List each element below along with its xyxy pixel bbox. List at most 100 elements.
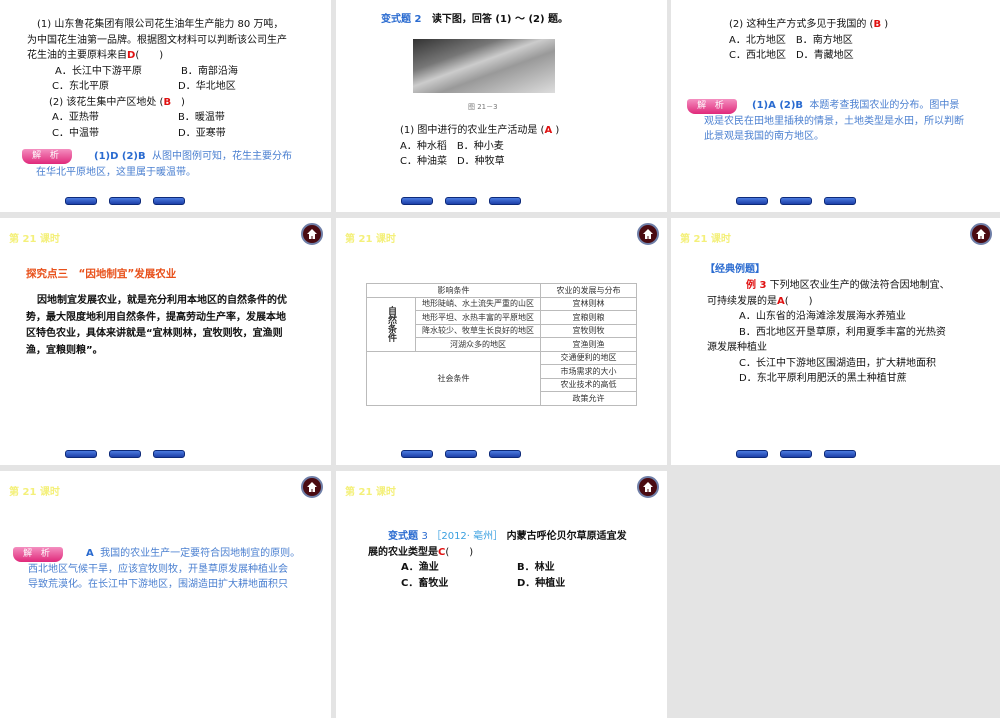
slide-5[interactable]: 第 21 课时 影响条件 农业的发展与分布 自然条件 地形陡峭、水土流失严重的山区宜…: [336, 218, 667, 465]
option: C．种油菜 D．种牧草: [400, 156, 505, 167]
option: D．东北平原利用肥沃的黑土种植甘蔗: [739, 373, 907, 384]
option: B．暖温带: [178, 112, 225, 123]
social-conditions-label: 社会条件: [366, 350, 541, 406]
table-cell: 交通便利的地区: [540, 350, 637, 365]
exercise-number: 3: [421, 531, 428, 542]
home-icon: [307, 482, 317, 492]
nav-button-1[interactable]: [65, 450, 97, 458]
nav-button-2[interactable]: [780, 197, 812, 205]
slide-8[interactable]: 第 21 课时 变式题 3 ［2012· 亳州］ 内蒙古呼伦贝尔草原适宜发 展的…: [336, 471, 667, 718]
option: A．渔业: [401, 562, 439, 573]
nav-button-2[interactable]: [780, 450, 812, 458]
option: C．东北平原: [52, 81, 109, 92]
slide-7[interactable]: 第 21 课时 解 析 A 我国的农业生产一定要符合因地制宜的原则。 西北地区气…: [0, 471, 331, 718]
lesson-label: 第 21 课时: [345, 487, 396, 498]
q-line: (1) 山东鲁花集团有限公司花生油年生产能力 80 万吨，: [37, 19, 284, 30]
nav-button-1[interactable]: [401, 197, 433, 205]
option: B．林业: [517, 562, 555, 573]
option: D．华北地区: [178, 81, 236, 92]
para-line: 区特色农业，具体来讲就是“宜林则林，宜牧则牧，宜渔则: [26, 328, 283, 339]
nav-button-3[interactable]: [153, 450, 185, 458]
home-icon: [307, 229, 317, 239]
nav-button-3[interactable]: [824, 197, 856, 205]
slide-1[interactable]: (1) 山东鲁花集团有限公司花生油年生产能力 80 万吨， 为中国花生油第一品牌…: [0, 0, 331, 212]
home-icon: [976, 229, 986, 239]
exercise-label: 变式题 2: [381, 14, 422, 25]
para-line: 渔，宜粮则粮”。: [26, 344, 103, 356]
home-button[interactable]: [637, 476, 659, 498]
option: A．长江中下游平原: [55, 65, 142, 77]
nav-button-1[interactable]: [736, 197, 768, 205]
paren: ( ): [784, 295, 813, 307]
table-cell: 地形陡峭、水土流失严重的山区: [415, 296, 541, 311]
exercise-source: ［2012· 亳州］: [431, 531, 504, 542]
table-cell: 地形平坦、水热丰富的平原地区: [415, 310, 541, 325]
analysis-line: 在华北平原地区，这里属于暖温带。: [36, 166, 196, 178]
table-cell: 宜牧则牧: [540, 323, 637, 338]
home-button[interactable]: [970, 223, 992, 245]
table-cell: 市场需求的大小: [540, 364, 637, 379]
paren: ( ): [445, 546, 474, 558]
q-line: (2) 该花生集中产区地处 (: [49, 96, 164, 108]
nav-button-1[interactable]: [736, 450, 768, 458]
slide-2[interactable]: 变式题 2 读下图，回答 (1) ～ (2) 题。 图 21－3 (1) 图中进…: [336, 0, 667, 212]
answer: B: [873, 19, 882, 30]
table-header: 农业的发展与分布: [540, 283, 637, 298]
q-line: 可持续发展的是: [707, 295, 777, 307]
nav-button-2[interactable]: [445, 450, 477, 458]
slide-4[interactable]: 第 21 课时 探究点三 “因地制宜”发展农业 因地制宜发展农业，就是充分利用本…: [0, 218, 331, 465]
analysis-key: A: [86, 548, 94, 559]
option: D．种植业: [517, 577, 566, 589]
paren: ): [881, 19, 889, 30]
exercise-title: 读下图，回答 (1) ～ (2) 题。: [431, 14, 569, 25]
answer: A: [777, 295, 785, 307]
slide-3[interactable]: (2) 这种生产方式多见于我国的 (B ) A．北方地区 B．南方地区 C．西北…: [671, 0, 1000, 212]
nav-button-2[interactable]: [109, 450, 141, 458]
q-line: 为中国花生油第一品牌。根据图文材料可以判断该公司生产: [27, 34, 287, 46]
option: 源发展种植业: [707, 342, 767, 353]
paren: ( ): [135, 50, 164, 61]
q-line: (1) 图中进行的农业生产活动是 (: [400, 125, 545, 136]
lesson-label: 第 21 课时: [680, 234, 731, 245]
table-cell: 河湖众多的地区: [415, 337, 541, 352]
option: A．种水稻 B．种小麦: [400, 140, 504, 152]
home-icon: [643, 229, 653, 239]
analysis-line: 观是农民在田地里插秧的情景，土地类型是水田，所以判断: [704, 115, 964, 127]
nav-button-2[interactable]: [109, 197, 141, 205]
example-label: 例 3: [746, 280, 767, 291]
q-line: 花生油的主要原料来自: [27, 50, 127, 61]
option: C．西北地区 D．青藏地区: [729, 50, 854, 61]
slide-6[interactable]: 第 21 课时 【经典例题】 例 3 下列地区农业生产的做法符合因地制宜、 可持…: [671, 218, 1000, 465]
option: C．长江中下游地区围湖造田，扩大耕地面积: [739, 357, 936, 369]
table-cell: 宜粮则粮: [540, 310, 637, 325]
nav-button-1[interactable]: [65, 197, 97, 205]
q-line: 展的农业类型是: [368, 546, 438, 558]
option: B．南部沿海: [181, 65, 238, 77]
analysis-line: 从图中图例可知，花生主要分布: [151, 151, 292, 162]
q-line: (2) 这种生产方式多见于我国的 (: [729, 19, 874, 30]
home-button[interactable]: [301, 223, 323, 245]
table-header: 影响条件: [366, 283, 541, 298]
nav-button-2[interactable]: [445, 197, 477, 205]
analysis-line: 此景观是我国的南方地区。: [704, 131, 824, 142]
conditions-table: 影响条件 农业的发展与分布 自然条件 地形陡峭、水土流失严重的山区 宜林则林 地形平坦…: [366, 283, 637, 406]
analysis-key: (1)A (2)B: [752, 100, 804, 111]
nav-button-3[interactable]: [489, 450, 521, 458]
answer: B: [163, 96, 172, 108]
home-button[interactable]: [301, 476, 323, 498]
table-cell: 宜林则林: [540, 296, 637, 311]
home-button[interactable]: [637, 223, 659, 245]
analysis-text: (1)D (2)B 从图中图例可知，花生主要分布 在华北平原地区，这里属于暖温带…: [36, 149, 292, 180]
table-cell: 农业技术的高低: [540, 377, 637, 392]
analysis-line: 我国的农业生产一定要符合因地制宜的原则。: [100, 548, 301, 559]
nav-button-3[interactable]: [153, 197, 185, 205]
option: D．亚寒带: [178, 127, 226, 139]
nav-button-3[interactable]: [824, 450, 856, 458]
nav-buttons: [65, 197, 185, 205]
option: A．亚热带: [52, 112, 99, 123]
nav-button-3[interactable]: [489, 197, 521, 205]
nav-button-1[interactable]: [401, 450, 433, 458]
lesson-label: 第 21 课时: [345, 234, 396, 245]
q-line: 下列地区农业生产的做法符合因地制宜、: [769, 280, 950, 291]
rice-planting-photo: [413, 39, 555, 93]
